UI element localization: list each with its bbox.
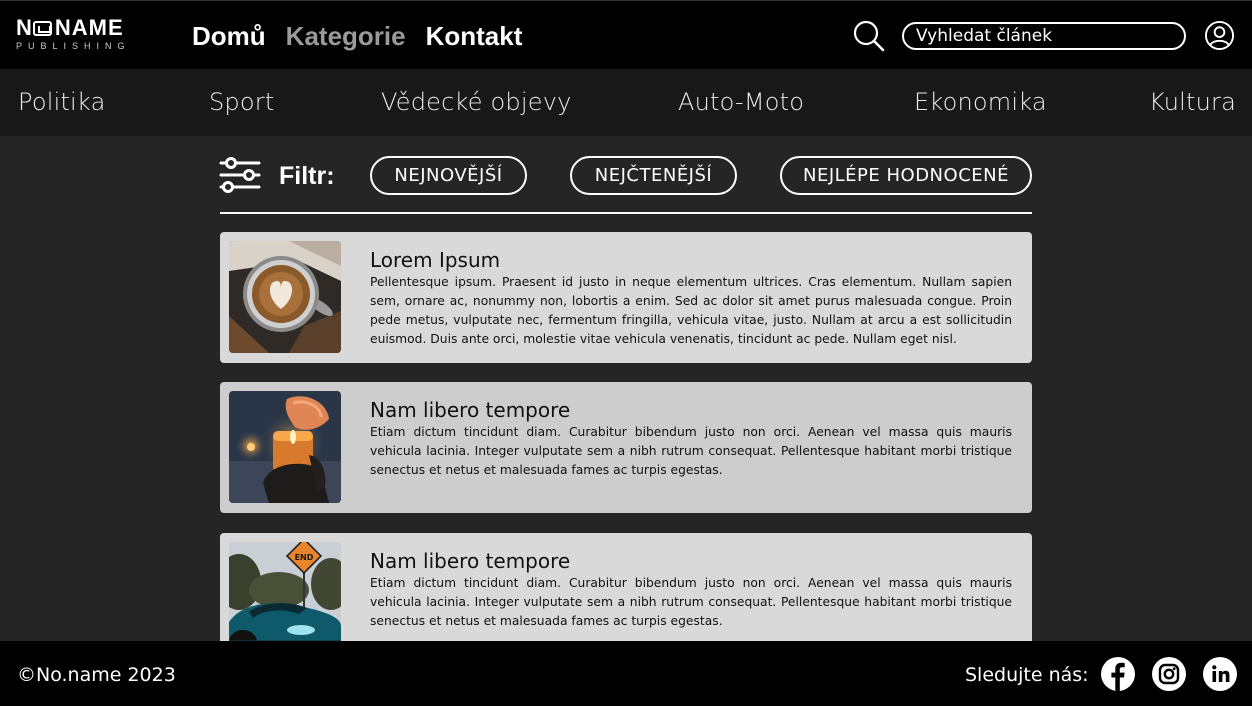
article-excerpt: Etiam dictum tincidunt diam. Curabitur b… <box>370 425 1012 477</box>
copyright-text: ©No.name 2023 <box>17 664 176 686</box>
nav-contact[interactable]: Kontakt <box>426 19 523 53</box>
article-title[interactable]: Nam libero tempore <box>370 548 570 574</box>
facebook-icon[interactable] <box>1100 656 1136 692</box>
user-icon[interactable] <box>1204 20 1235 51</box>
filter-newest-button[interactable]: NEJNOVĚJŠÍ <box>370 156 527 195</box>
article-title[interactable]: Lorem Ipsum <box>370 247 500 273</box>
filter-label: Filtr: <box>279 162 335 190</box>
category-vedecke-objevy[interactable]: Vědecké objevy <box>381 87 572 117</box>
category-sport[interactable]: Sport <box>209 87 274 117</box>
article-excerpt: Pellentesque ipsum. Praesent id justo in… <box>370 275 1012 346</box>
filter-divider <box>220 212 1032 214</box>
instagram-icon[interactable] <box>1151 656 1187 692</box>
sliders-icon <box>219 157 261 193</box>
logo-name: NAME <box>54 15 124 40</box>
linkedin-icon[interactable] <box>1202 656 1238 692</box>
article-excerpt: Etiam dictum tincidunt diam. Curabitur b… <box>370 576 1012 628</box>
filter-most-read-button[interactable]: NEJČTENĚJŠÍ <box>570 156 737 195</box>
search-input[interactable] <box>902 22 1186 50</box>
logo-wordmark: N NAME <box>16 15 156 40</box>
main-nav: Domů Kategorie Kontakt <box>192 19 522 53</box>
category-ekonomika[interactable]: Ekonomika <box>914 87 1047 117</box>
article-image-car: END <box>229 542 341 654</box>
filter-top-rated-button[interactable]: NEJLÉPE HODNOCENÉ <box>780 156 1032 195</box>
category-kultura[interactable]: Kultura <box>1149 87 1236 117</box>
category-auto-moto[interactable]: Auto-Moto <box>678 87 804 117</box>
article-card[interactable]: Nam libero tempore Etiam dictum tincidun… <box>220 382 1032 513</box>
end-sign-text: END <box>295 553 314 562</box>
article-image-coffee <box>229 241 341 353</box>
article-title[interactable]: Nam libero tempore <box>370 397 570 423</box>
search-icon[interactable] <box>852 19 886 53</box>
category-politika[interactable]: Politika <box>18 87 106 117</box>
nav-home[interactable]: Domů <box>192 19 266 53</box>
article-card[interactable]: Lorem Ipsum Pellentesque ipsum. Praesent… <box>220 232 1032 363</box>
logo-badge-icon <box>32 20 52 36</box>
follow-label: Sledujte nás: <box>965 664 1089 686</box>
nav-categories[interactable]: Kategorie <box>286 19 406 53</box>
top-header: N NAME PUBLISHING Domů Kategorie Kontakt <box>0 0 1252 69</box>
footer: ©No.name 2023 Sledujte nás: <box>0 641 1252 706</box>
logo[interactable]: N NAME PUBLISHING <box>16 15 156 52</box>
logo-letter-n: N <box>16 15 32 40</box>
logo-subtitle: PUBLISHING <box>16 41 131 51</box>
category-bar: Politika Sport Vědecké objevy Auto-Moto … <box>0 69 1252 136</box>
article-image-candle <box>229 391 341 503</box>
